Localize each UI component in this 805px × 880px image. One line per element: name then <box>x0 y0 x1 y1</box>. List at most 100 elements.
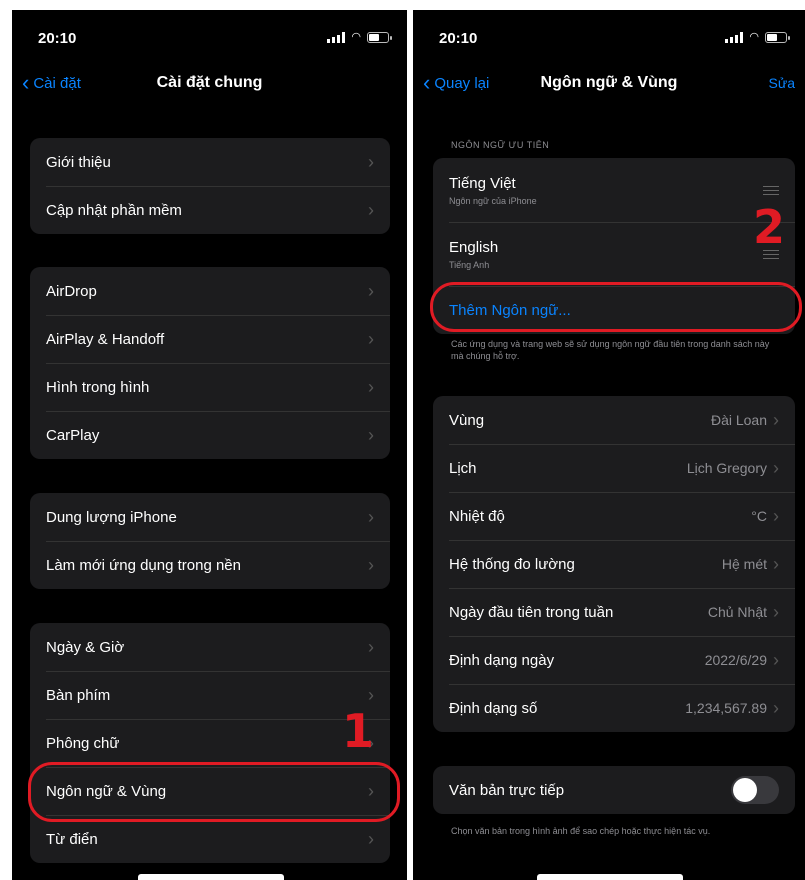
settings-row[interactable]: Hình trong hình › <box>30 363 390 411</box>
first-day-of-week-row[interactable]: Ngày đầu tiên trong tuần Chủ Nhật › <box>433 588 795 636</box>
language-subtitle: Tiếng Anh <box>449 259 490 270</box>
language-subtitle: Ngôn ngữ của iPhone <box>449 195 537 206</box>
right-phone-screen: 20:10 ◠ ‹ Quay lại Ngôn ngữ & Vùng Sửa N… <box>413 10 805 880</box>
chevron-right-icon: › <box>368 780 374 801</box>
chevron-right-icon: › <box>773 697 779 718</box>
step-marker-1: 1 <box>342 704 375 758</box>
settings-group-about: Giới thiệu › Cập nhật phần mềm › <box>30 138 390 234</box>
row-label: Hình trong hình <box>46 378 150 396</box>
chevron-right-icon: › <box>368 636 374 657</box>
row-label: Phông chữ <box>46 734 120 752</box>
row-label: Lịch <box>449 459 477 477</box>
settings-row[interactable]: CarPlay › <box>30 411 390 459</box>
settings-row[interactable]: Từ điển › <box>30 815 390 863</box>
page-title: Ngôn ngữ & Vùng <box>540 74 678 91</box>
page-title: Cài đặt chung <box>156 74 263 91</box>
chevron-right-icon: › <box>368 828 374 849</box>
row-label: CarPlay <box>46 426 100 444</box>
chevron-right-icon: › <box>368 684 374 705</box>
settings-row[interactable]: Ngày & Giờ › <box>30 623 390 671</box>
chevron-right-icon: › <box>368 554 374 575</box>
left-phone-screen: 20:10 ◠ ‹ Cài đặt Cài đặt chung Giới thi… <box>12 10 407 880</box>
row-label: Làm mới ứng dụng trong nền <box>46 556 241 574</box>
status-bar: 20:10 ◠ <box>413 28 805 52</box>
chevron-right-icon: › <box>773 601 779 622</box>
settings-row[interactable]: Làm mới ứng dụng trong nền › <box>30 541 390 589</box>
settings-row[interactable]: Phông chữ › <box>30 719 390 767</box>
number-format-row[interactable]: Định dạng số 1,234,567.89 › <box>433 684 795 732</box>
row-value: °C <box>751 508 767 524</box>
chevron-right-icon: › <box>368 280 374 301</box>
settings-row[interactable]: Giới thiệu › <box>30 138 390 186</box>
signal-icon <box>327 32 346 43</box>
chevron-right-icon: › <box>773 553 779 574</box>
row-value: Chủ Nhật <box>707 604 767 620</box>
temperature-row[interactable]: Nhiệt độ °C › <box>433 492 795 540</box>
language-row[interactable]: English Tiếng Anh <box>433 222 795 286</box>
language-name: English <box>449 238 499 256</box>
language-name: Tiếng Việt <box>449 174 516 192</box>
settings-group-connectivity: AirDrop › AirPlay & Handoff › Hình trong h… <box>30 267 390 459</box>
region-row[interactable]: Vùng Đài Loan › <box>433 396 795 444</box>
row-label: AirPlay & Handoff <box>46 330 165 348</box>
row-value: Đài Loan <box>710 412 767 428</box>
chevron-right-icon: › <box>368 328 374 349</box>
settings-row[interactable]: Bàn phím › <box>30 671 390 719</box>
languages-footnote: Các ứng dụng và trang web sẽ sử dụng ngô… <box>451 339 770 361</box>
nav-bar: ‹ Cài đặt Cài đặt chung <box>12 70 407 100</box>
settings-group-locale: Ngày & Giờ › Bàn phím › Phông chữ › Ngôn ng… <box>30 623 390 863</box>
live-text-toggle[interactable] <box>731 776 779 804</box>
calendar-row[interactable]: Lịch Lịch Gregory › <box>433 444 795 492</box>
toggle-knob <box>733 778 757 802</box>
settings-group-storage: Dung lượng iPhone › Làm mới ứng dụng tron… <box>30 493 390 589</box>
status-bar: 20:10 ◠ <box>12 28 407 52</box>
live-text-row: Văn bản trực tiếp <box>433 766 795 814</box>
battery-icon <box>367 32 392 43</box>
date-format-row[interactable]: Định dạng ngày 2022/6/29 › <box>433 636 795 684</box>
chevron-right-icon: › <box>368 506 374 527</box>
row-label: Văn bản trực tiếp <box>449 781 565 799</box>
language-row[interactable]: Tiếng Việt Ngôn ngữ của iPhone <box>433 158 795 222</box>
settings-row[interactable]: AirPlay & Handoff › <box>30 315 390 363</box>
status-time: 20:10 <box>38 30 77 47</box>
row-label: Giới thiệu <box>46 153 111 171</box>
row-value: 1,234,567.89 <box>685 700 767 716</box>
add-language-button[interactable]: Thêm Ngôn ngữ... <box>433 286 795 334</box>
settings-row[interactable]: AirDrop › <box>30 267 390 315</box>
section-header-preferred-languages: NGÔN NGỮ ƯU TIÊN <box>451 140 550 150</box>
region-settings-group: Vùng Đài Loan › Lịch Lịch Gregory › Nhiệt độ… <box>433 396 795 732</box>
settings-row[interactable]: Dung lượng iPhone › <box>30 493 390 541</box>
status-icons: ◠ <box>327 31 392 43</box>
status-icons: ◠ <box>725 31 790 43</box>
measurement-system-row[interactable]: Hệ thống đo lường Hệ mét › <box>433 540 795 588</box>
live-text-footnote: Chọn văn bản trong hình ảnh để sao chép … <box>451 826 711 836</box>
row-label: AirDrop <box>46 282 97 300</box>
edit-button[interactable]: Sửa <box>769 75 796 91</box>
chevron-right-icon: › <box>368 199 374 220</box>
row-value: Lịch Gregory <box>686 460 767 476</box>
row-label: Bàn phím <box>46 686 111 704</box>
settings-row[interactable]: Cập nhật phần mềm › <box>30 186 390 234</box>
live-text-group: Văn bản trực tiếp <box>433 766 795 814</box>
add-language-label: Thêm Ngôn ngữ... <box>449 301 571 319</box>
wifi-icon: ◠ <box>749 31 759 43</box>
home-indicator <box>537 874 683 880</box>
row-label: Cập nhật phần mềm <box>46 201 182 219</box>
preferred-languages-group: Tiếng Việt Ngôn ngữ của iPhone English T… <box>433 158 795 334</box>
row-label: Vùng <box>449 411 485 429</box>
row-label: Nhiệt độ <box>449 507 505 525</box>
nav-bar: ‹ Quay lại Ngôn ngữ & Vùng Sửa <box>413 70 805 100</box>
battery-icon <box>765 32 790 43</box>
row-label: Định dạng ngày <box>449 651 555 669</box>
row-label: Dung lượng iPhone <box>46 508 177 526</box>
signal-icon <box>725 32 744 43</box>
row-label: Ngôn ngữ & Vùng <box>46 782 167 800</box>
chevron-right-icon: › <box>773 409 779 430</box>
row-label: Định dạng số <box>449 699 538 717</box>
row-label: Ngày đầu tiên trong tuần <box>449 603 614 621</box>
reorder-handle-icon[interactable] <box>763 186 779 198</box>
row-value: Hệ mét <box>721 556 767 572</box>
chevron-right-icon: › <box>773 457 779 478</box>
settings-row-language-region[interactable]: Ngôn ngữ & Vùng › <box>30 767 390 815</box>
wifi-icon: ◠ <box>351 31 361 43</box>
